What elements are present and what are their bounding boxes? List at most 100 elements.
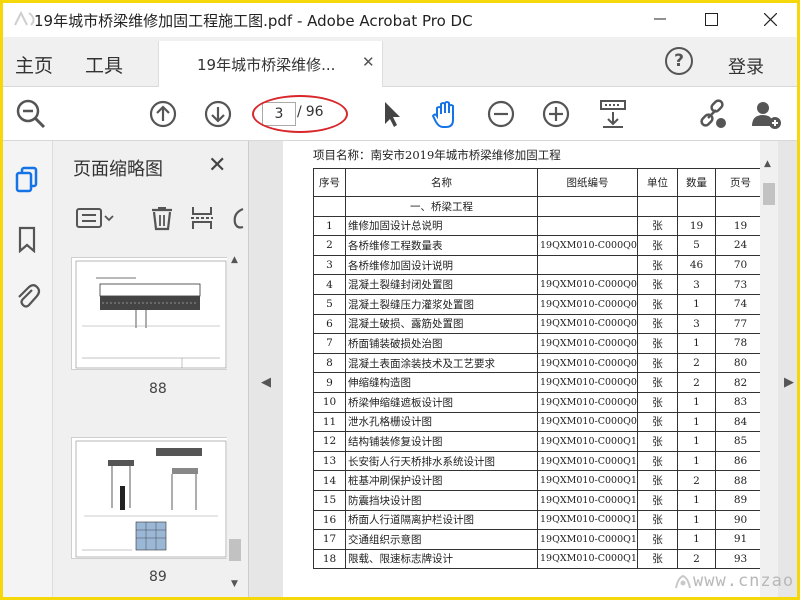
table-row: 16 桥面人行道隔离护栏设计图 19QXM010-C000Q14 张 1 90 — [313, 509, 760, 531]
cell-unit: 张 — [637, 215, 678, 237]
table-row: 18 限载、限速标志牌设计 19QXM010-C000Q16 张 2 93 — [313, 548, 760, 570]
tab-home[interactable]: 主页 — [15, 51, 53, 78]
zoom-out-icon[interactable] — [13, 96, 49, 132]
cell-name: 混凝土破损、露筋处置图 — [345, 313, 538, 335]
cell-page: 91 — [715, 529, 760, 550]
cell-code: 19QXM010-C000Q16 — [537, 548, 638, 570]
bookmark-icon[interactable] — [13, 225, 41, 253]
group-label: 一、桥梁工程 — [345, 196, 538, 217]
toolbar: 3 /96 — [3, 87, 797, 141]
insert-icon[interactable] — [189, 205, 215, 231]
cell-code: 19QXM010-C000Q14 — [537, 509, 638, 531]
header-qty: 数量 — [677, 168, 716, 197]
window-title: 19年城市桥梁维修加固工程施工图.pdf - Adobe Acrobat Pro… — [34, 12, 473, 30]
document-scroll-thumb[interactable] — [763, 183, 775, 205]
zoom-plus-icon[interactable] — [538, 96, 574, 132]
hand-tool-icon[interactable] — [427, 96, 463, 132]
cell-name: 桩基冲刷保护设计图 — [345, 470, 538, 491]
minimize-icon — [654, 18, 666, 20]
scroll-up-icon[interactable]: ▲ — [764, 159, 771, 169]
cell-no: 13 — [313, 450, 346, 472]
cell-page: 80 — [715, 352, 760, 374]
thumbnails-panel: 页面缩略图 ✕ 88 89 ▲ ▼ — [53, 141, 249, 597]
cell-code: 19QXM010-C000Q04 — [537, 313, 638, 335]
add-user-icon[interactable] — [748, 96, 784, 132]
select-pointer-icon[interactable] — [373, 96, 409, 132]
cell-code: 19QXM010-C000Q12 — [537, 470, 638, 491]
page-down-icon[interactable] — [200, 96, 236, 132]
cell-unit: 张 — [637, 352, 678, 374]
table-row: 4 混凝土裂缝封闭处置图 19QXM010-C000Q02 张 3 73 — [313, 274, 760, 295]
cell-no: 18 — [313, 548, 346, 570]
rotate-icon[interactable] — [231, 205, 245, 231]
cell-no: 4 — [313, 274, 346, 295]
table-row: 9 伸缩缝构造图 19QXM010-C000Q07 张 2 82 — [313, 372, 760, 393]
zoom-minus-icon[interactable] — [483, 96, 519, 132]
drawing-thumbnail-image — [75, 260, 227, 369]
cell-qty: 5 — [677, 235, 716, 256]
cell-page: 19 — [715, 215, 760, 237]
cell-code: 19QXM010-C000Q01 — [537, 235, 638, 256]
delete-icon[interactable] — [149, 205, 175, 231]
thumbnails-title: 页面缩略图 — [73, 159, 163, 180]
pages-icon[interactable] — [13, 165, 41, 193]
thumbnails-scrollbar[interactable]: ▲ ▼ — [227, 249, 243, 597]
cell-no: 1 — [313, 215, 346, 237]
cell-page: 74 — [715, 293, 760, 315]
table-row: 11 泄水孔格栅设计图 19QXM010-C000Q09 张 1 84 — [313, 411, 760, 433]
close-panel-icon[interactable]: ✕ — [208, 153, 226, 178]
cell-no: 14 — [313, 470, 346, 491]
thumbnails-scroll-thumb[interactable] — [229, 539, 241, 561]
collapse-right-icon[interactable]: ▶ — [784, 375, 794, 390]
cell-unit: 张 — [637, 529, 678, 550]
cell-unit: 张 — [637, 372, 678, 393]
project-name: 项目名称：南安市2019年城市桥梁维修加固工程 — [313, 148, 561, 162]
document-scrollbar[interactable]: ▲ — [760, 141, 778, 597]
cell-name: 结构铺装修复设计图 — [345, 431, 538, 452]
cell-code — [537, 254, 638, 276]
cell-code: 19QXM010-C000Q09 — [537, 411, 638, 433]
table-row: 8 混凝土表面涂装技术及工艺要求 19QXM010-C000Q06 张 2 80 — [313, 352, 760, 374]
acrobat-window: 19年城市桥梁维修加固工程施工图.pdf - Adobe Acrobat Pro… — [3, 3, 797, 597]
close-tab-icon[interactable]: ✕ — [362, 53, 375, 71]
help-icon[interactable]: ? — [665, 47, 693, 75]
scroll-up-icon[interactable]: ▲ — [231, 255, 238, 265]
maximize-button[interactable] — [688, 3, 734, 35]
cell-unit: 张 — [637, 235, 678, 256]
cell-qty: 1 — [677, 293, 716, 315]
cell-no: 10 — [313, 391, 346, 413]
cell-name: 桥面铺装破损处治图 — [345, 333, 538, 354]
options-icon[interactable] — [75, 205, 115, 231]
cell-unit: 张 — [637, 333, 678, 354]
scroll-down-icon[interactable]: ▼ — [231, 579, 238, 589]
cell-name: 伸缩缝构造图 — [345, 372, 538, 393]
fit-width-icon[interactable] — [595, 96, 631, 132]
tab-document[interactable]: 19年城市桥梁维修... ✕ — [158, 41, 383, 87]
share-link-icon[interactable] — [694, 96, 730, 132]
cell-name: 长安街人行天桥排水系统设计图 — [345, 450, 538, 472]
table-row: 3 各桥维修加固设计说明 张 46 70 — [313, 254, 760, 276]
minimize-button[interactable] — [637, 3, 683, 35]
thumbnail-page[interactable] — [71, 257, 229, 370]
table-row: 12 结构铺装修复设计图 19QXM010-C000Q10 张 1 85 — [313, 431, 760, 452]
cell-page: 86 — [715, 450, 760, 472]
cell-unit: 张 — [637, 489, 678, 511]
cell-name: 泄水孔格栅设计图 — [345, 411, 538, 433]
close-icon — [763, 12, 777, 26]
attachment-icon[interactable] — [13, 281, 41, 309]
title-bar: 19年城市桥梁维修加固工程施工图.pdf - Adobe Acrobat Pro… — [3, 3, 797, 35]
collapse-left-icon[interactable]: ◀ — [261, 375, 271, 390]
login-button[interactable]: 登录 — [728, 53, 764, 79]
thumbnail-page-number: 88 — [149, 381, 167, 397]
cell-unit: 张 — [637, 293, 678, 315]
close-window-button[interactable] — [747, 3, 793, 35]
table-row: 10 桥梁伸缩缝遮板设计图 19QXM010-C000Q08 张 1 83 — [313, 391, 760, 413]
cell-unit: 张 — [637, 450, 678, 472]
cell-page: 24 — [715, 235, 760, 256]
tab-tools[interactable]: 工具 — [85, 51, 123, 78]
table-row: 5 混凝土裂缝压力灌浆处置图 19QXM010-C000Q03 张 1 74 — [313, 293, 760, 315]
cell-name: 防震挡块设计图 — [345, 489, 538, 511]
cell-page: 90 — [715, 509, 760, 531]
page-up-icon[interactable] — [145, 96, 181, 132]
thumbnail-page[interactable] — [71, 437, 229, 559]
